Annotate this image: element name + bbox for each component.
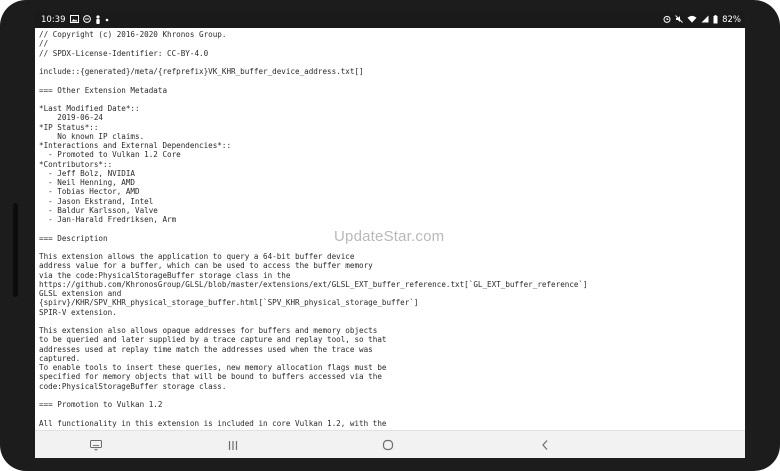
document-line: All functionality in this extension is i… xyxy=(39,418,387,428)
document-line: include::{generated}/meta/{refprefix}VK_… xyxy=(39,67,364,76)
document-line: To enable tools to insert these queries,… xyxy=(39,363,387,372)
document-line: *IP Status*:: xyxy=(39,122,99,132)
gallery-icon xyxy=(69,15,79,25)
document-line: // xyxy=(39,39,49,49)
side-button xyxy=(13,203,18,297)
battery-icon xyxy=(713,14,718,26)
mute-icon xyxy=(675,15,683,25)
document-line: This extension allows the application to… xyxy=(39,252,355,261)
document-line: === Promotion to Vulkan 1.2 xyxy=(39,400,163,409)
document-line: // Copyright (c) 2016-2020 Khronos Group… xyxy=(39,30,227,39)
back-icon[interactable] xyxy=(532,436,558,454)
keyboard-icon[interactable] xyxy=(83,436,109,454)
status-bar: 10:39 82% xyxy=(35,12,745,28)
document-line: This extension also allows opaque addres… xyxy=(39,326,378,335)
document-line: === Description xyxy=(39,233,108,243)
document-line: 2019-06-24 xyxy=(39,113,104,123)
status-bar-right: 82% xyxy=(663,14,741,26)
document-line: - Jason Ekstrand, Intel xyxy=(39,196,154,206)
document-line: *Last Modified Date*:: xyxy=(39,104,140,113)
document-line: - Promoted to Vulkan 1.2 Core xyxy=(39,150,181,160)
document-line: specified for memory objects that will b… xyxy=(39,372,382,382)
alarm-icon xyxy=(663,15,671,25)
tablet-frame: 10:39 82% // Copyright (c) 2016-2020 Khr… xyxy=(0,0,780,471)
document-line: SPIR-V extension. xyxy=(39,307,117,317)
document-line: // SPDX-License-Identifier: CC-BY-4.0 xyxy=(39,48,209,58)
screen: 10:39 82% // Copyright (c) 2016-2020 Khr… xyxy=(35,12,745,458)
document-line: - Jan-Harald Fredriksen, Arm xyxy=(39,215,177,224)
document-line: https://github.com/KhronosGroup/GLSL/blo… xyxy=(39,279,588,289)
document-line: code:PhysicalStorageBuffer storage class… xyxy=(39,381,227,391)
document-line: to be queried and later supplied by a tr… xyxy=(39,335,387,345)
document-line: captured. xyxy=(39,353,81,363)
wifi-icon xyxy=(687,15,697,25)
document-line: *Interactions and External Dependencies*… xyxy=(39,141,232,150)
clock: 10:39 xyxy=(41,15,66,25)
document-line: - Baldur Karlsson, Valve xyxy=(39,205,158,215)
document-line: === Other Extension Metadata xyxy=(39,85,168,95)
document-line: via the code:PhysicalStorageBuffer stora… xyxy=(39,270,291,280)
status-bar-left: 10:39 xyxy=(41,14,109,26)
document-line: - Tobias Hector, AMD xyxy=(39,187,140,197)
recents-icon[interactable] xyxy=(220,436,246,454)
navigation-bar xyxy=(35,430,745,458)
signal-icon xyxy=(701,15,709,25)
document-line: GLSL extension and xyxy=(39,289,122,298)
person-icon xyxy=(95,14,101,26)
document-line: - Jeff Bolz, NVIDIA xyxy=(39,168,136,178)
watermark: UpdateStar.com xyxy=(334,228,445,245)
document-line: No known IP claims. xyxy=(39,131,145,141)
battery-percent: 82% xyxy=(722,15,741,25)
dot-icon xyxy=(105,16,109,24)
document-line: addresses used at replay time match the … xyxy=(39,344,373,354)
document-line: {spirv}/KHR/SPV_KHR_physical_storage_buf… xyxy=(39,298,419,308)
home-icon[interactable] xyxy=(375,436,401,454)
document-line: *Contributors*:: xyxy=(39,159,113,169)
minus-circle-icon xyxy=(82,15,91,25)
document-line: - Neil Henning, AMD xyxy=(39,178,136,187)
document-line: address value for a buffer, which can be… xyxy=(39,261,373,271)
